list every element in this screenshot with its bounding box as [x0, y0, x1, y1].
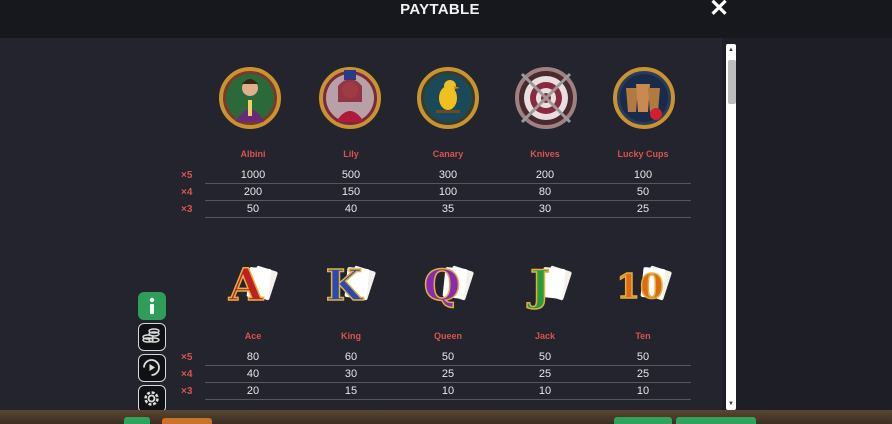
symbol-name: Albini	[240, 149, 266, 159]
coins-icon	[142, 328, 160, 343]
info-button[interactable]	[138, 292, 166, 320]
row-divider	[205, 399, 691, 400]
knives-symbol-icon	[515, 67, 577, 129]
payout-cell: 40	[344, 203, 358, 215]
multiplier-label: ×3	[181, 386, 193, 397]
multiplier-label: ×4	[181, 369, 193, 380]
ten-glyph: 10	[616, 267, 663, 307]
coins-button[interactable]	[138, 323, 166, 351]
bottom-button[interactable]	[614, 417, 672, 424]
payout-cell: 50	[246, 203, 260, 215]
payout-cell: 150	[341, 186, 361, 198]
close-icon[interactable]: ✕	[708, 0, 730, 21]
payout-cell: 40	[246, 368, 260, 380]
multiplier-label: ×5	[181, 352, 193, 363]
payout-cell: 30	[344, 368, 358, 380]
row-divider	[205, 382, 691, 383]
payout-cell: 60	[344, 351, 358, 363]
ace-symbol-icon: A	[227, 259, 278, 312]
payout-cell: 25	[538, 368, 552, 380]
lily-symbol-icon	[319, 67, 381, 129]
header-bar: PAYTABLE ✕	[0, 0, 892, 38]
row-divider	[205, 183, 691, 184]
payout-cell: 100	[438, 186, 458, 198]
payout-cell: 10	[441, 385, 455, 397]
payout-cell: 80	[538, 186, 552, 198]
jack-symbol-icon: J	[525, 260, 572, 311]
payout-cell: 10	[636, 385, 650, 397]
payout-cell: 50	[441, 351, 455, 363]
symbol-name: Knives	[530, 149, 560, 159]
symbol-name: Queen	[433, 331, 462, 341]
payout-cell: 50	[636, 186, 650, 198]
king-glyph: K	[326, 261, 364, 310]
payout-cell: 300	[438, 169, 458, 181]
payout-cell: 500	[341, 169, 361, 181]
page-title: PAYTABLE	[400, 1, 480, 18]
albini-symbol-icon	[219, 67, 281, 129]
payout-cell: 20	[246, 385, 260, 397]
queen-glyph: Q	[424, 261, 461, 310]
ace-glyph: A	[228, 260, 264, 311]
symbol-name: Ten	[635, 331, 651, 341]
payout-cell: 200	[243, 186, 263, 198]
payout-cell: 35	[441, 203, 455, 215]
payout-cell: 30	[538, 203, 552, 215]
payout-cell: 80	[246, 351, 260, 363]
bottom-button[interactable]	[124, 417, 150, 424]
bottom-button[interactable]	[162, 418, 212, 424]
scroll-down-arrow-icon[interactable]: ▼	[726, 399, 736, 409]
row-divider	[205, 365, 691, 366]
payout-cell: 1000	[240, 169, 266, 181]
payout-cell: 200	[535, 169, 555, 181]
king-symbol-icon: K	[325, 260, 376, 311]
settings-button[interactable]	[138, 385, 166, 413]
scroll-up-arrow-icon[interactable]: ▲	[726, 45, 736, 55]
lucky-cups-symbol-icon	[613, 67, 675, 129]
payout-cell: 25	[636, 368, 650, 380]
bottom-button[interactable]	[676, 417, 756, 424]
symbol-name: King	[341, 331, 361, 341]
scrollbar-thumb[interactable]	[728, 60, 736, 104]
ten-symbol-icon: 10	[616, 265, 672, 308]
multiplier-label: ×3	[181, 204, 193, 215]
autoplay-button[interactable]	[138, 354, 166, 382]
symbol-name: Canary	[432, 149, 464, 159]
symbol-name: Lucky Cups	[617, 149, 669, 159]
autoplay-icon	[143, 359, 160, 376]
symbol-name: Ace	[244, 331, 262, 341]
info-icon	[149, 297, 155, 314]
row-divider	[205, 200, 691, 201]
payout-cell: 50	[636, 351, 650, 363]
canary-symbol-icon	[417, 67, 479, 129]
jack-glyph: J	[526, 261, 550, 310]
payout-cell: 25	[636, 203, 650, 215]
symbol-name: Lily	[343, 149, 359, 159]
multiplier-label: ×5	[181, 170, 193, 181]
multiplier-label: ×4	[181, 187, 193, 198]
payout-cell: 25	[441, 368, 455, 380]
payout-cell: 100	[633, 169, 653, 181]
row-divider	[205, 217, 691, 218]
symbol-name: Jack	[534, 331, 556, 341]
queen-symbol-icon: Q	[423, 260, 474, 311]
gear-icon	[144, 391, 159, 406]
payout-cell: 15	[344, 385, 358, 397]
payout-cell: 50	[538, 351, 552, 363]
payout-cell: 10	[538, 385, 552, 397]
